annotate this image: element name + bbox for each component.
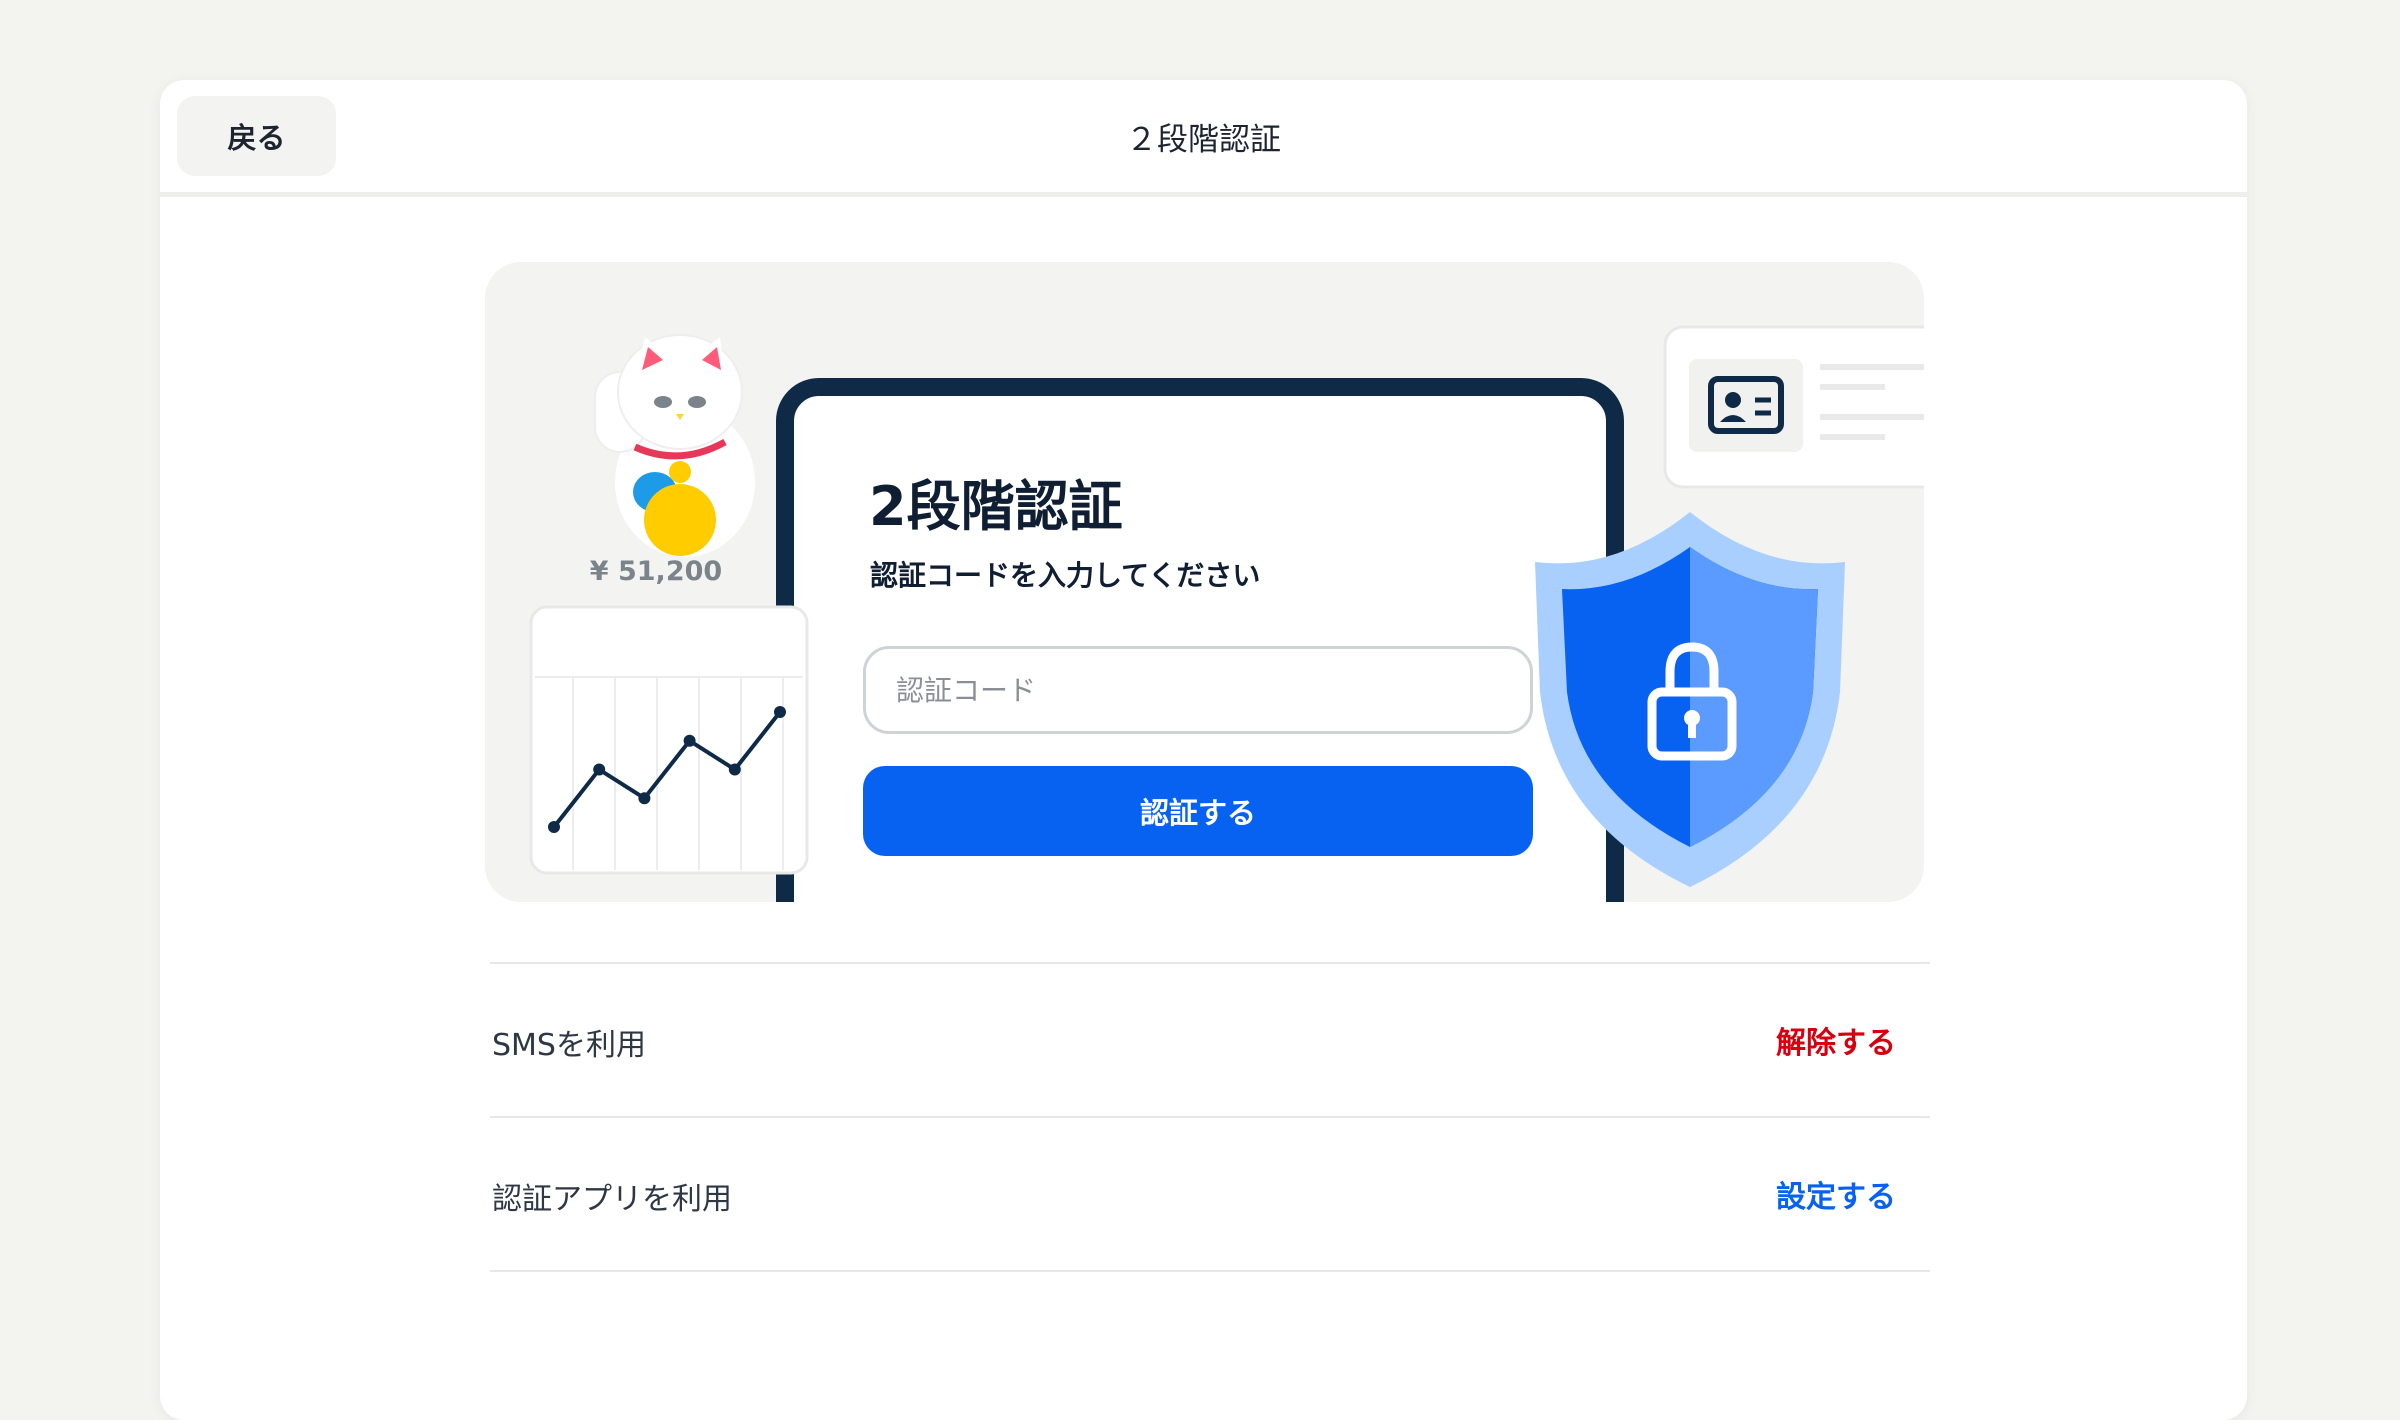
mini-chart-point-3 [683, 734, 696, 747]
page-title: ２段階認証 [1126, 122, 1281, 158]
header-bar: 戻る ２段階認証 [160, 80, 2247, 197]
verify-button[interactable]: 認証する [863, 766, 1533, 856]
line-chart-icon [529, 605, 809, 875]
two-factor-options: SMSを利用 解除する 認証アプリを利用 設定する [490, 962, 1930, 1272]
sms-option-label: SMSを利用 [492, 1028, 646, 1063]
mini-chart-point-1 [593, 763, 606, 776]
price-label: ¥ 51,200 [589, 556, 723, 587]
mini-chart-point-5 [774, 706, 786, 718]
tablet-title: 2段階認証 [869, 475, 1123, 538]
option-row-sms: SMSを利用 解除する [490, 962, 1930, 1116]
mini-chart-point-2 [638, 792, 651, 805]
option-row-auth-app: 認証アプリを利用 設定する [490, 1116, 1930, 1272]
auth-app-setup-button[interactable]: 設定する [1776, 1172, 1896, 1216]
hero-illustration: 2段階認証 認証コードを入力してください 認証する ¥ 51,200 [485, 262, 1924, 902]
mini-chart-point-0 [548, 821, 560, 833]
sms-disable-button[interactable]: 解除する [1776, 1018, 1896, 1062]
settings-window: 戻る ２段階認証 2段階認証 認証コードを入力してください 認証コード 認証する… [160, 80, 2247, 1420]
auth-app-option-label: 認証アプリを利用 [492, 1182, 732, 1217]
id-card-icon [1663, 325, 1924, 489]
maneki-neko-icon [594, 334, 755, 557]
mini-chart-point-4 [728, 763, 741, 776]
tablet-subtitle: 認証コードを入力してください [870, 559, 1261, 592]
verification-code-input[interactable] [863, 646, 1533, 734]
